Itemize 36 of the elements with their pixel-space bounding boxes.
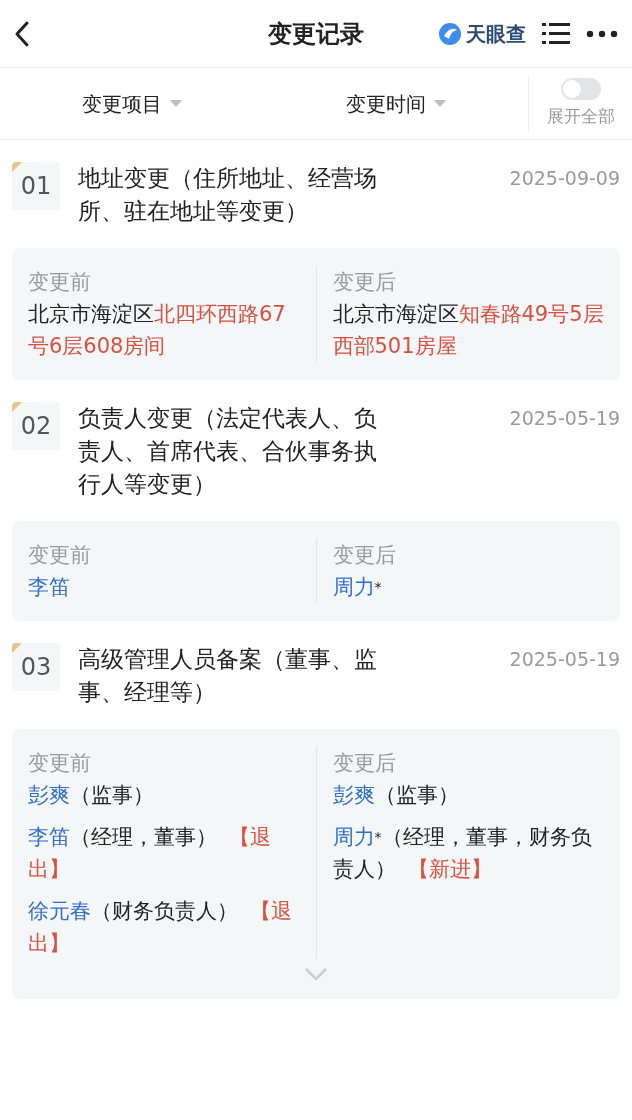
list-icon[interactable]	[542, 20, 570, 47]
record-title: 负责人变更（法定代表人、负责人、首席代表、合伙事务执行人等变更）	[78, 404, 378, 499]
filter-dropdown[interactable]: 变更项目	[76, 87, 188, 120]
filter-dropdown[interactable]: 变更时间	[340, 87, 452, 120]
column-label: 变更前	[28, 542, 92, 569]
entry-text: 周力*	[332, 574, 383, 601]
column-label: 变更前	[28, 750, 92, 777]
entry-text: 周力*（经理，董事，财务负责人） 【新进】	[332, 824, 593, 883]
column-label: 变更后	[332, 269, 397, 296]
caret-icon	[170, 100, 182, 107]
record-date: 2025-09-09	[509, 166, 620, 191]
entry-text: 徐元春（财务负责人） 【退出】	[28, 898, 293, 957]
toggle-switch[interactable]	[560, 77, 601, 100]
more-icon[interactable]	[586, 29, 618, 38]
record-title: 高级管理人员备案（董事、监事、经理等）	[78, 645, 378, 707]
column-label: 变更前	[28, 269, 92, 296]
record-number: 03	[12, 643, 60, 691]
toggle-label: 展开全部	[546, 104, 615, 128]
entry-text: 李笛（经理，董事） 【退出】	[28, 824, 272, 883]
caret-icon	[434, 100, 446, 107]
entry-text: 北京市海淀区知春路49号5层西部501房屋	[332, 301, 604, 360]
column-label: 变更后	[332, 750, 397, 777]
entry-text: 北京市海淀区北四环西路67号6层608房间	[28, 301, 287, 360]
record-date: 2025-05-19	[509, 647, 620, 672]
entry-text: 彭爽（监事）	[28, 782, 155, 809]
page-title: 变更记录	[268, 19, 364, 48]
column-label: 变更后	[332, 542, 397, 569]
entry-text: 彭爽（监事）	[332, 782, 460, 809]
record-date: 2025-05-19	[509, 406, 620, 431]
logo-icon	[438, 21, 462, 46]
brand-name: 天眼查	[466, 20, 526, 48]
record-title: 地址变更（住所地址、经营场所、驻在地址等变更）	[78, 164, 378, 226]
entry-text: 李笛	[28, 574, 71, 601]
back-icon[interactable]	[14, 19, 30, 48]
record-number: 02	[12, 402, 60, 450]
record-number: 01	[12, 162, 60, 210]
